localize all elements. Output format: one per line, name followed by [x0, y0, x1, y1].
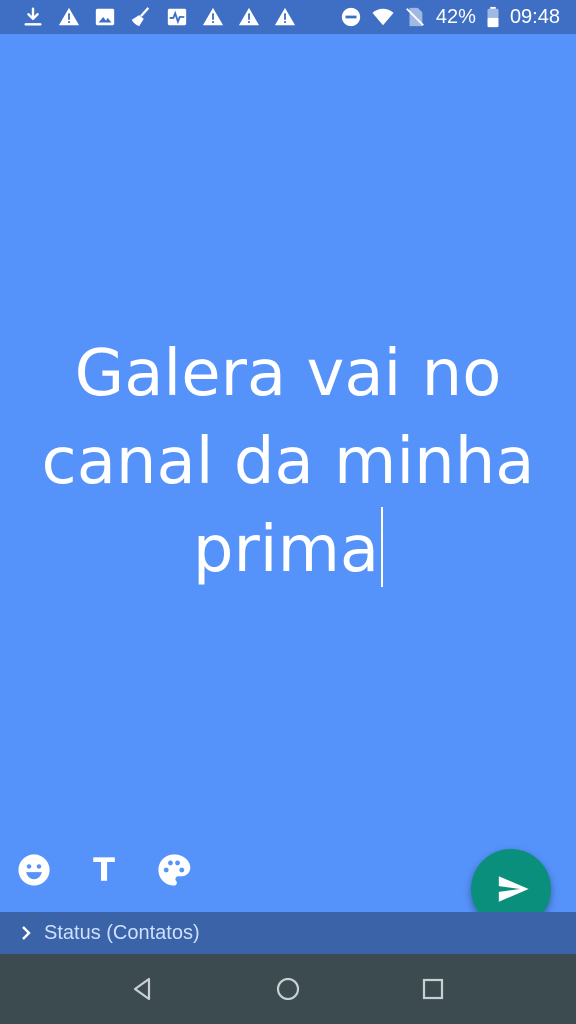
chevron-right-icon: [18, 925, 34, 941]
send-icon: [492, 872, 530, 906]
home-icon: [274, 975, 302, 1003]
battery-percent: 42%: [435, 5, 476, 28]
download-icon: [22, 6, 44, 28]
text-cursor: [381, 507, 384, 587]
status-text-line: canal da minha: [41, 425, 535, 499]
back-button[interactable]: [129, 975, 157, 1003]
pulse-icon: [166, 6, 188, 28]
home-button[interactable]: [274, 975, 302, 1003]
system-navigation-bar: [0, 954, 576, 1024]
recents-icon: [419, 975, 447, 1003]
clock: 09:48: [509, 5, 560, 28]
warning-icon: [58, 6, 80, 28]
recents-button[interactable]: [419, 975, 447, 1003]
no-sim-icon: [404, 6, 426, 28]
status-privacy-selector[interactable]: Status (Contatos): [0, 912, 576, 954]
status-text-line: Galera vai no: [74, 337, 502, 411]
wifi-icon: [372, 6, 394, 28]
composer-tools: T: [16, 851, 192, 889]
warning-icon: [238, 6, 260, 28]
palette-icon: [157, 853, 191, 887]
image-icon: [94, 6, 116, 28]
background-color-button[interactable]: [156, 852, 192, 888]
warning-icon: [274, 6, 296, 28]
back-icon: [129, 975, 157, 1003]
system-status-bar: 42% 09:48: [0, 0, 576, 34]
status-text-line: prima: [192, 513, 380, 587]
broom-icon: [130, 6, 152, 28]
emoji-icon: [17, 853, 51, 887]
text-style-button[interactable]: T: [86, 851, 122, 889]
text-tool-icon: T: [93, 851, 115, 889]
system-indicators: 42% 09:48: [340, 6, 560, 29]
emoji-button[interactable]: [16, 852, 52, 888]
recipient-label: Status (Contatos): [44, 921, 200, 944]
notification-icons: [22, 6, 296, 28]
status-composer-screen: 42% 09:48 Galera vai no canal da minha p…: [0, 0, 576, 1024]
warning-icon: [202, 6, 224, 28]
status-text-last-line: prima: [30, 506, 546, 594]
battery-icon: [486, 6, 500, 28]
status-text-input[interactable]: Galera vai no canal da minha prima: [30, 330, 546, 594]
do-not-disturb-icon: [340, 6, 362, 28]
